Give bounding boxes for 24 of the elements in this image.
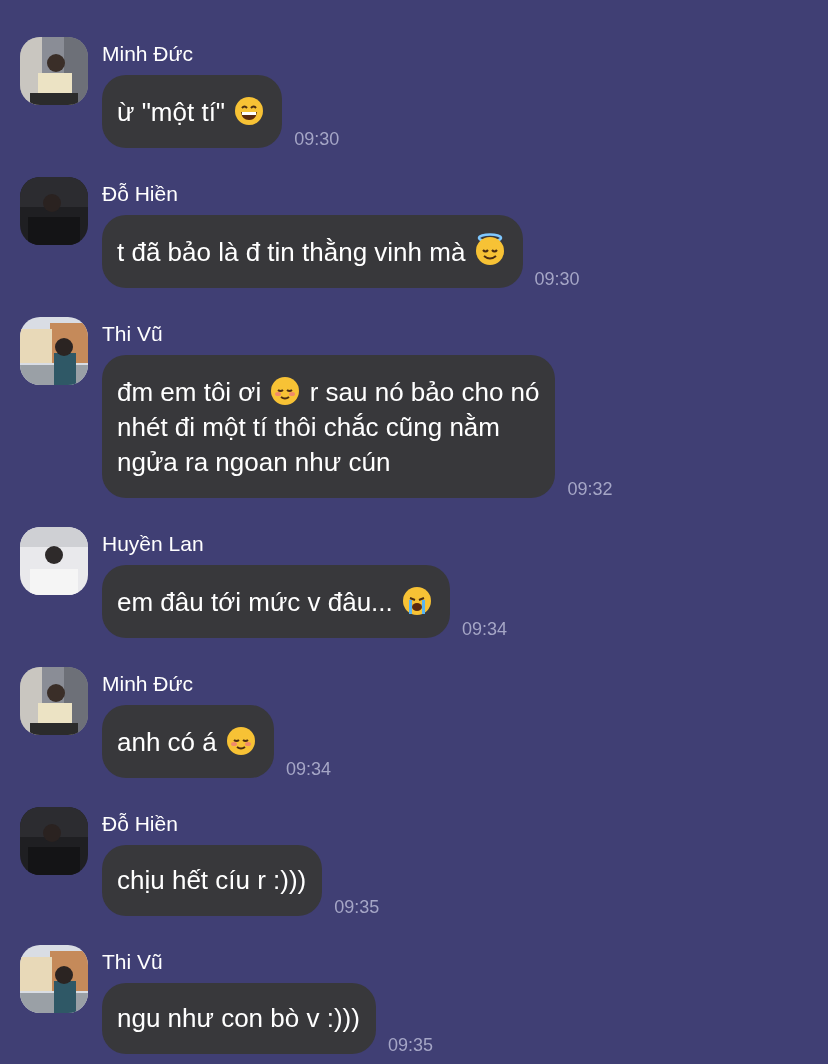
message-text: đm em tôi ơi xyxy=(117,377,263,407)
message-time: 09:30 xyxy=(294,129,340,149)
sender-name: Thi Vũ xyxy=(102,321,164,347)
message-time: 09:30 xyxy=(534,269,580,289)
message-time: 09:32 xyxy=(567,479,613,499)
sender-name: Thi Vũ xyxy=(102,949,164,975)
message-text: t đã bảo là đ tin thằng vinh mà xyxy=(117,237,467,267)
message-time: 09:35 xyxy=(334,897,380,917)
sender-name: Minh Đức xyxy=(102,671,195,697)
sender-name: Minh Đức xyxy=(102,41,195,67)
message-time: 09:35 xyxy=(387,1035,433,1055)
message-text: chịu hết cíu r :))) xyxy=(117,865,307,895)
sender-name: Đỗ Hiền xyxy=(102,811,179,837)
message-text: em đâu tới mức v đâu... xyxy=(117,587,394,617)
message-text: nhét đi một tí thôi chắc cũng nằm xyxy=(117,412,500,442)
sender-name: Đỗ Hiền xyxy=(102,181,179,207)
message-text: anh có á xyxy=(117,727,218,757)
sender-name: Huyền Lan xyxy=(102,531,205,557)
message-text: ngu như con bò v :))) xyxy=(117,1003,360,1033)
message-time: 09:34 xyxy=(462,619,508,639)
message-time: 09:34 xyxy=(286,759,332,779)
message-text: ngửa ra ngoan như cún xyxy=(117,447,391,477)
message-text: r sau nó bảo cho nó xyxy=(308,377,540,407)
message-text: ừ "một tí" xyxy=(117,97,227,127)
